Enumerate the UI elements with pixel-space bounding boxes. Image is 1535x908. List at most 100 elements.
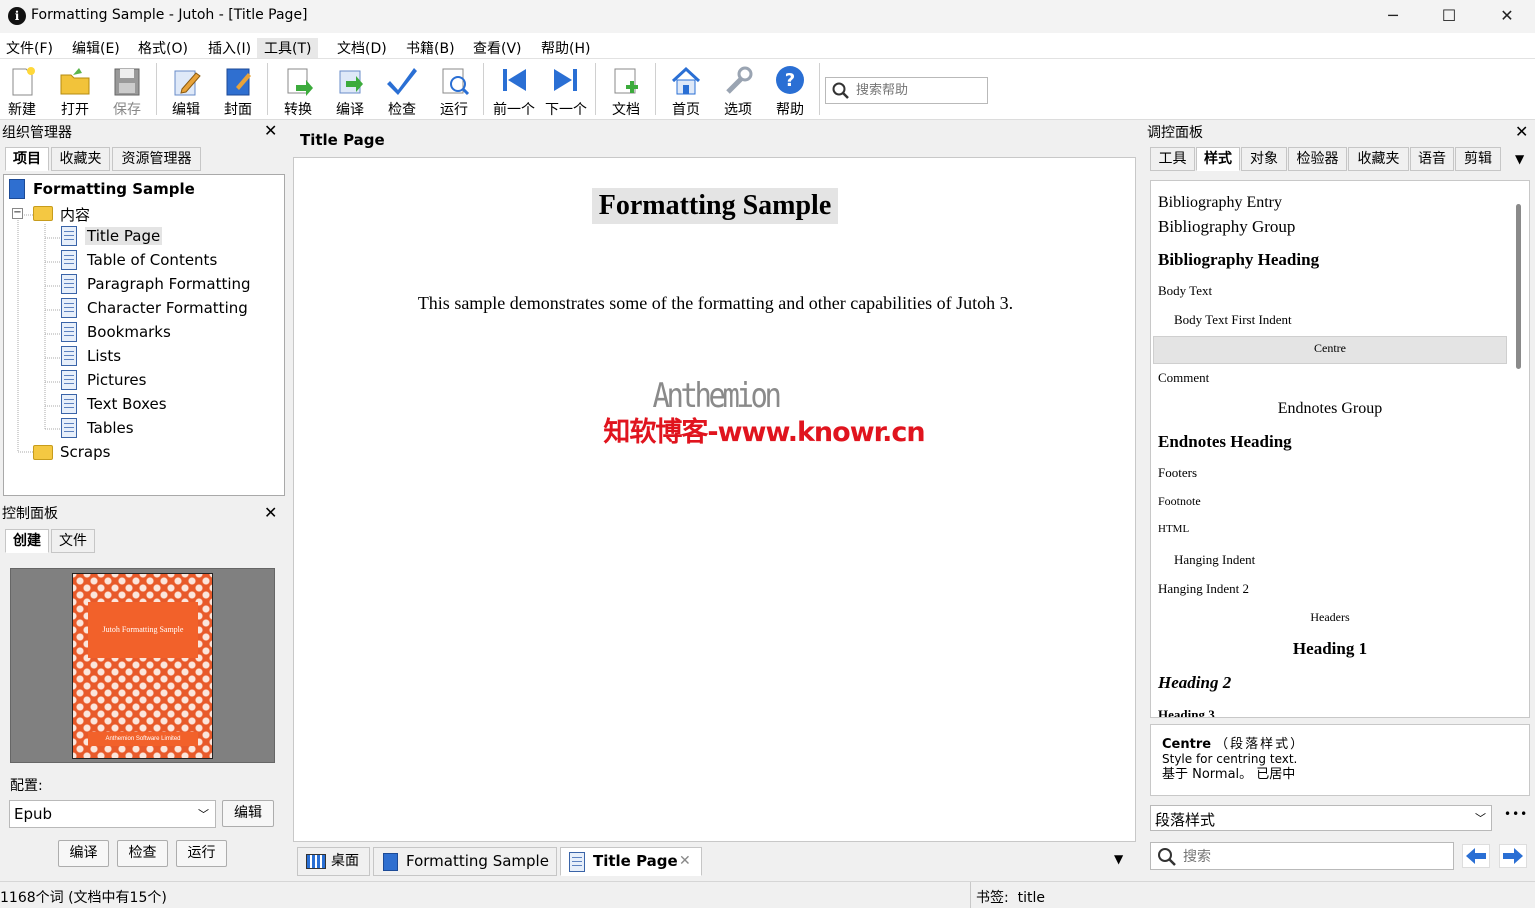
tree-item[interactable]: Text Boxes: [87, 395, 167, 413]
document-icon: [61, 418, 77, 438]
minimize-button[interactable]: ─: [1365, 0, 1421, 32]
tab-inspector[interactable]: 检验器: [1288, 147, 1347, 171]
menu-insert[interactable]: 插入(I): [208, 38, 251, 58]
tab-favorites[interactable]: 收藏夹: [51, 147, 110, 171]
previous-match-button[interactable]: [1462, 844, 1490, 868]
tab-create[interactable]: 创建: [5, 529, 49, 553]
document-page[interactable]: Formatting Sample This sample demonstrat…: [293, 157, 1136, 842]
open-button[interactable]: 打开: [50, 61, 100, 118]
menu-document[interactable]: 文档(D): [337, 38, 387, 58]
config-edit-button[interactable]: 编辑: [222, 800, 274, 827]
close-button[interactable]: ✕: [1479, 0, 1535, 32]
tree-item[interactable]: Title Page: [85, 227, 163, 245]
menu-tools[interactable]: 工具(T): [257, 38, 319, 58]
style-list-item[interactable]: Comment: [1158, 370, 1209, 386]
style-list-item[interactable]: Hanging Indent 2: [1158, 581, 1249, 597]
style-list-item[interactable]: Body Text: [1158, 283, 1212, 299]
style-type-select[interactable]: 段落样式 ﹀: [1150, 805, 1492, 831]
tab-desktop[interactable]: 桌面: [297, 847, 370, 876]
tree-folder-content[interactable]: 内容: [60, 204, 90, 225]
style-list-item[interactable]: Endnotes Group: [1151, 400, 1509, 418]
convert-button[interactable]: 转换: [273, 61, 323, 118]
tree-item[interactable]: Paragraph Formatting: [87, 275, 251, 293]
style-list-item[interactable]: Bibliography Entry: [1158, 194, 1282, 212]
edit-button[interactable]: 编辑: [161, 61, 211, 118]
help-search-box[interactable]: [825, 77, 988, 104]
save-button[interactable]: 保存: [102, 61, 152, 118]
cover-button[interactable]: 封面: [213, 61, 263, 118]
tree-item[interactable]: Lists: [87, 347, 121, 365]
document-icon: [61, 274, 77, 294]
next-button[interactable]: 下一个: [541, 61, 591, 118]
style-list-scrollbar[interactable]: [1516, 204, 1521, 369]
tree-item[interactable]: Character Formatting: [87, 299, 248, 317]
menu-edit[interactable]: 编辑(E): [72, 38, 120, 58]
tab-favorites-inspector[interactable]: 收藏夹: [1348, 147, 1409, 171]
tree-project[interactable]: Formatting Sample: [33, 180, 195, 198]
style-list-item[interactable]: Bibliography Heading: [1158, 250, 1319, 270]
collapse-icon[interactable]: −: [12, 208, 23, 219]
check-button-panel[interactable]: 检查: [117, 840, 168, 867]
style-list-item[interactable]: Body Text First Indent: [1174, 312, 1292, 328]
home-button[interactable]: 首页: [661, 61, 711, 118]
config-select[interactable]: Epub ﹀: [9, 800, 216, 828]
options-button[interactable]: 选项: [713, 61, 763, 118]
tab-close-icon[interactable]: ✕: [679, 848, 691, 875]
style-list-item[interactable]: Footnote: [1158, 494, 1201, 509]
style-list-item[interactable]: Bibliography Group: [1158, 217, 1295, 237]
menu-book[interactable]: 书籍(B): [406, 38, 455, 58]
style-search-box[interactable]: [1150, 842, 1454, 870]
style-list-item[interactable]: HTML: [1158, 523, 1189, 535]
tab-formatting-sample[interactable]: Formatting Sample: [373, 847, 557, 876]
tab-tools[interactable]: 工具: [1150, 147, 1195, 171]
doc-heading[interactable]: Formatting Sample: [592, 188, 838, 224]
tab-speech[interactable]: 语音: [1410, 147, 1454, 171]
menu-file[interactable]: 文件(F): [6, 38, 53, 58]
tab-clips[interactable]: 剪辑: [1455, 147, 1501, 171]
style-list-item[interactable]: Endnotes Heading: [1158, 432, 1292, 452]
help-button[interactable]: ? 帮助: [765, 61, 815, 118]
style-search-input[interactable]: [1183, 847, 1443, 866]
style-list-item[interactable]: Headers: [1151, 610, 1509, 625]
run-button-panel[interactable]: 运行: [176, 840, 227, 867]
more-options-icon[interactable]: •••: [1504, 807, 1528, 821]
previous-button[interactable]: 前一个: [489, 61, 539, 118]
tree-item[interactable]: Table of Contents: [87, 251, 217, 269]
control-close-icon[interactable]: ✕: [264, 503, 277, 522]
maximize-button[interactable]: ☐: [1421, 0, 1477, 32]
new-button[interactable]: 新建: [0, 61, 47, 118]
style-list-item[interactable]: Centre: [1151, 341, 1509, 356]
next-match-button[interactable]: [1499, 844, 1527, 868]
tab-file[interactable]: 文件: [51, 529, 95, 553]
document-button[interactable]: 文档: [601, 61, 651, 118]
tree-item[interactable]: Pictures: [87, 371, 146, 389]
help-search-input[interactable]: [856, 81, 981, 100]
tab-styles[interactable]: 样式: [1196, 147, 1240, 171]
doc-body[interactable]: This sample demonstrates some of the for…: [294, 293, 1137, 314]
inspector-close-icon[interactable]: ✕: [1515, 122, 1528, 141]
tab-objects[interactable]: 对象: [1241, 147, 1287, 171]
menu-view[interactable]: 查看(V): [473, 38, 522, 58]
tree-item[interactable]: Bookmarks: [87, 323, 171, 341]
style-list-item[interactable]: Heading 3: [1158, 707, 1215, 717]
organizer-panel: 组织管理器 ✕ 项目 收藏夹 资源管理器 Formatting Sample −…: [0, 121, 287, 497]
style-list-item[interactable]: Heading 1: [1151, 639, 1509, 659]
compile-button[interactable]: 编译: [325, 61, 375, 118]
tree-scraps[interactable]: Scraps: [60, 443, 110, 461]
tab-menu-dropdown-icon[interactable]: ▼: [1114, 852, 1123, 866]
menu-help[interactable]: 帮助(H): [541, 38, 590, 58]
organizer-close-icon[interactable]: ✕: [264, 121, 277, 140]
style-list-item[interactable]: Heading 2: [1158, 673, 1231, 693]
style-list-item[interactable]: Hanging Indent: [1174, 552, 1255, 568]
tab-title-page[interactable]: Title Page ✕: [560, 847, 702, 876]
compile-button-panel[interactable]: 编译: [58, 840, 109, 867]
check-mark-icon: [387, 68, 417, 95]
tab-more-dropdown-icon[interactable]: ▼: [1515, 152, 1524, 166]
tab-resource-manager[interactable]: 资源管理器: [112, 147, 201, 171]
tree-item[interactable]: Tables: [87, 419, 134, 437]
style-list-item[interactable]: Footers: [1158, 465, 1197, 481]
check-button[interactable]: 检查: [377, 61, 427, 118]
tab-project[interactable]: 项目: [5, 147, 49, 171]
run-button[interactable]: 运行: [429, 61, 479, 118]
menu-format[interactable]: 格式(O): [138, 38, 188, 58]
